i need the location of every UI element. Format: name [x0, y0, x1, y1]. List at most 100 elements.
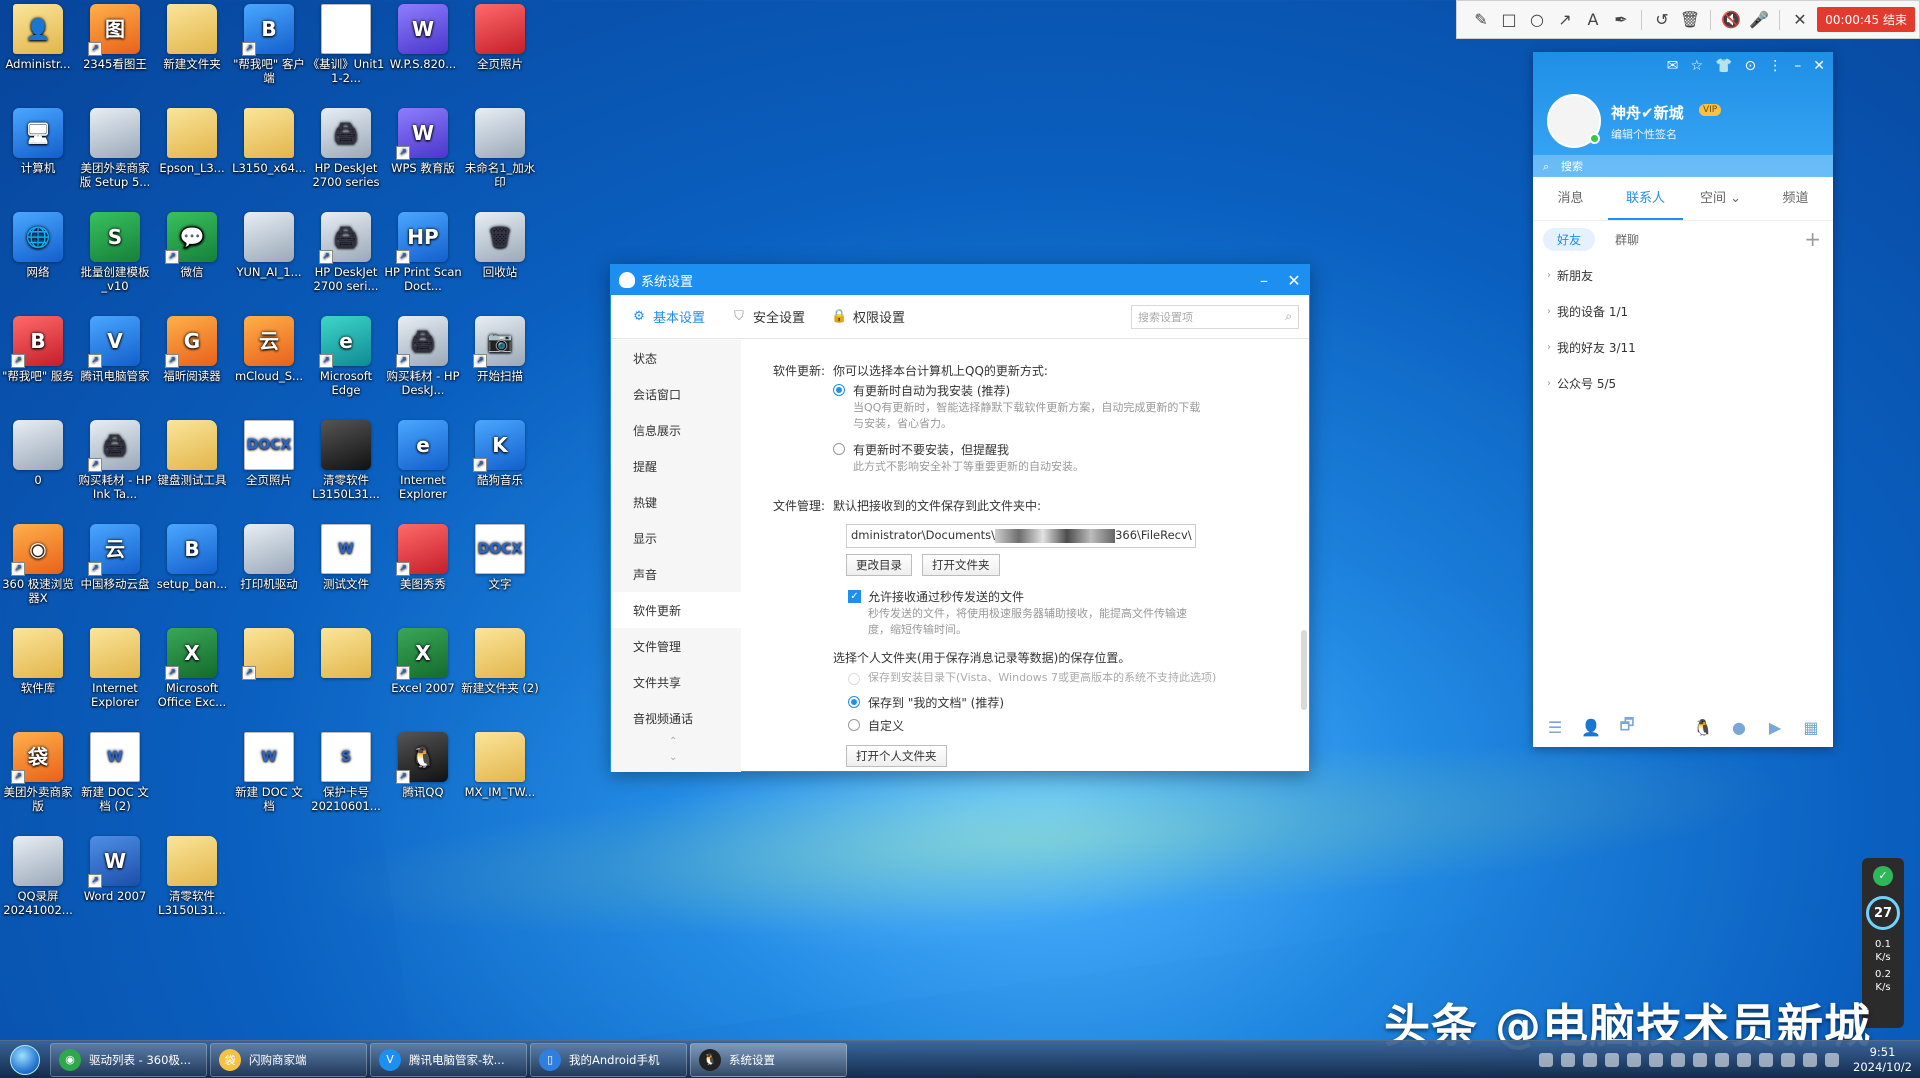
remind-only-label[interactable]: 有更新时不要安装，但提醒我	[853, 441, 1009, 458]
change-directory-button[interactable]: 更改目录	[846, 554, 912, 576]
remind-only-radio[interactable]	[833, 443, 845, 455]
mute-icon[interactable]: 🔇	[1717, 6, 1745, 34]
tray-icon[interactable]	[1605, 1052, 1620, 1067]
tray-icon[interactable]	[1649, 1052, 1664, 1067]
desktop-icon[interactable]: S 保护卡号 20210601...	[307, 732, 385, 813]
tab-groups[interactable]: 群聊	[1601, 228, 1653, 251]
sidebar-item[interactable]: 声音	[611, 556, 741, 592]
menu-icon[interactable]: ☰	[1545, 717, 1565, 737]
taskbar-item[interactable]: V 腾讯电脑管家-软...	[370, 1042, 527, 1077]
microphone-icon[interactable]: 🎤	[1745, 6, 1773, 34]
minimize-button[interactable]: –	[1249, 271, 1279, 290]
recording-timer-button[interactable]: 00:00:45 结束	[1817, 7, 1915, 32]
desktop-icon[interactable]: 袋 ↗ 美团外卖商家版	[0, 732, 77, 813]
add-contact-button[interactable]: +	[1804, 227, 1821, 251]
desktop-icon[interactable]: 未命名1_加水印	[461, 108, 539, 189]
desktop-icon[interactable]: ◉ ↗ 360 极速浏览器X	[0, 524, 77, 605]
auto-install-label[interactable]: 有更新时自动为我安装 (推荐)	[853, 382, 1010, 399]
qq-tab[interactable]: 联系人	[1608, 177, 1683, 220]
close-icon[interactable]: ✕	[1813, 58, 1825, 74]
desktop-icon[interactable]: 🖨 ↗ 购买耗材 - HP Ink Ta...	[76, 420, 154, 501]
sidebar-item[interactable]: 音视频通话	[611, 700, 741, 736]
custom-location-label[interactable]: 自定义	[868, 717, 904, 734]
desktop-icon[interactable]: L3150_x64...	[230, 108, 308, 175]
desktop-icon[interactable]: Internet Explorer	[76, 628, 154, 709]
sidebar-item[interactable]: 文件共享	[611, 664, 741, 700]
custom-location-radio[interactable]	[848, 719, 860, 731]
marker-icon[interactable]: ✒	[1607, 6, 1635, 34]
desktop-icon[interactable]: B ↗ "帮我吧" 客户端	[230, 4, 308, 85]
sidebar-item[interactable]: 信息展示	[611, 412, 741, 448]
pen-icon[interactable]: ✎	[1467, 6, 1495, 34]
desktop-icon[interactable]: 💬 ↗ 微信	[153, 212, 231, 279]
taskbar-item[interactable]: 袋闪购商家端	[210, 1042, 367, 1077]
ellipse-icon[interactable]: ○	[1523, 6, 1551, 34]
desktop-icon[interactable]: 新建文件夹	[153, 4, 231, 71]
desktop-icon[interactable]: 0	[0, 420, 77, 487]
tray-icon[interactable]	[1693, 1052, 1708, 1067]
settings-icon[interactable]: ⊙	[1745, 58, 1757, 74]
text-icon[interactable]: A	[1579, 6, 1607, 34]
desktop-icon[interactable]: S 批量创建模板_v10	[76, 212, 154, 293]
receive-folder-path-field[interactable]: dministrator\Documents\ 366\FileRecv\	[846, 524, 1196, 548]
desktop-icon[interactable]: 图 ↗ 2345看图王	[76, 4, 154, 71]
contact-group[interactable]: › 我的设备 1/1	[1533, 293, 1833, 329]
desktop-icon[interactable]: X ↗ Excel 2007	[384, 628, 462, 695]
desktop-icon[interactable]: HP ↗ HP Print Scan Doct...	[384, 212, 462, 293]
desktop-icon[interactable]: W 新建 DOC 文档	[230, 732, 308, 813]
desktop-icon[interactable]: ↗	[230, 628, 308, 681]
tab-basic-settings[interactable]: ⚙ 基本设置	[631, 307, 705, 326]
qq-tab[interactable]: 消息	[1533, 177, 1608, 220]
mail-icon[interactable]: ✉	[1667, 58, 1679, 74]
tab-permission-settings[interactable]: 🔒 权限设置	[831, 307, 905, 326]
desktop-icon[interactable]: 👤 Administr...	[0, 4, 77, 71]
desktop-icon[interactable]: 🖨 HP DeskJet 2700 series	[307, 108, 385, 189]
desktop-icon[interactable]: MX_IM_TW...	[461, 732, 539, 799]
desktop-icon[interactable]: YUN_AI_1...	[230, 212, 308, 279]
close-button[interactable]: ✕	[1279, 271, 1309, 290]
search-icon[interactable]: ⌕	[1285, 309, 1292, 324]
desktop-icon[interactable]: V ↗ 腾讯电脑管家	[76, 316, 154, 383]
desktop-icon[interactable]: 《基训》Unit1 1-2...	[307, 4, 385, 85]
allow-flash-transfer-label[interactable]: 允许接收通过秒传发送的文件	[868, 588, 1024, 605]
taskbar-item[interactable]: 🐧 系统设置	[690, 1042, 847, 1077]
settings-search-input[interactable]: 搜索设置项 ⌕	[1131, 304, 1299, 329]
contact-group[interactable]: › 新朋友	[1533, 257, 1833, 293]
tray-icon[interactable]	[1825, 1052, 1840, 1067]
qq-tab[interactable]: 频道	[1758, 177, 1833, 220]
sidebar-item[interactable]: 软件更新	[611, 592, 741, 628]
taskbar-clock[interactable]: 9:51 2024/10/2	[1853, 1045, 1912, 1075]
desktop-icon[interactable]: 📷 ↗ 开始扫描	[461, 316, 539, 383]
sidebar-item[interactable]: 提醒	[611, 448, 741, 484]
desktop-icon[interactable]: QQ录屏 20241002...	[0, 836, 77, 917]
chevron-down-icon[interactable]: ⌄	[669, 750, 677, 766]
chevron-up-icon[interactable]: ⌃	[669, 734, 677, 750]
sidebar-item[interactable]: 文件管理	[611, 628, 741, 664]
close-icon[interactable]: ✕	[1786, 6, 1814, 34]
tray-icon[interactable]	[1583, 1052, 1598, 1067]
content-scrollbar[interactable]	[1301, 630, 1307, 710]
qq-search-input[interactable]: ⌕ 搜索	[1533, 155, 1833, 179]
taskbar-item[interactable]: ◉ 驱动列表 - 360极...	[50, 1042, 207, 1077]
desktop-icon[interactable]: W 测试文件	[307, 524, 385, 591]
tray-icon[interactable]	[1803, 1052, 1818, 1067]
apps-grid-icon[interactable]: ▦	[1801, 717, 1821, 737]
tray-icon[interactable]	[1737, 1052, 1752, 1067]
file-icon[interactable]: 🗗	[1617, 715, 1637, 737]
minimize-icon[interactable]: –	[1794, 58, 1801, 74]
tray-icon[interactable]	[1539, 1052, 1554, 1067]
desktop-icon[interactable]: 键盘测试工具	[153, 420, 231, 487]
save-to-my-documents-radio[interactable]	[848, 696, 860, 708]
contact-group[interactable]: › 我的好友 3/11	[1533, 329, 1833, 365]
rectangle-icon[interactable]: □	[1495, 6, 1523, 34]
tray-icon[interactable]	[1759, 1052, 1774, 1067]
desktop-icon[interactable]: W 新建 DOC 文档 (2)	[76, 732, 154, 813]
tray-icon[interactable]	[1715, 1052, 1730, 1067]
trash-icon[interactable]: 🗑	[1676, 6, 1704, 34]
desktop-icon[interactable]: X ↗ Microsoft Office Exc...	[153, 628, 231, 709]
desktop-icon[interactable]: W W.P.S.820...	[384, 4, 462, 71]
qq-game-icon[interactable]: 🐧	[1693, 717, 1713, 737]
desktop-icon[interactable]: K ↗ 酷狗音乐	[461, 420, 539, 487]
add-friend-icon[interactable]: 👤	[1581, 717, 1601, 737]
desktop-icon[interactable]: DOCX 文字	[461, 524, 539, 591]
